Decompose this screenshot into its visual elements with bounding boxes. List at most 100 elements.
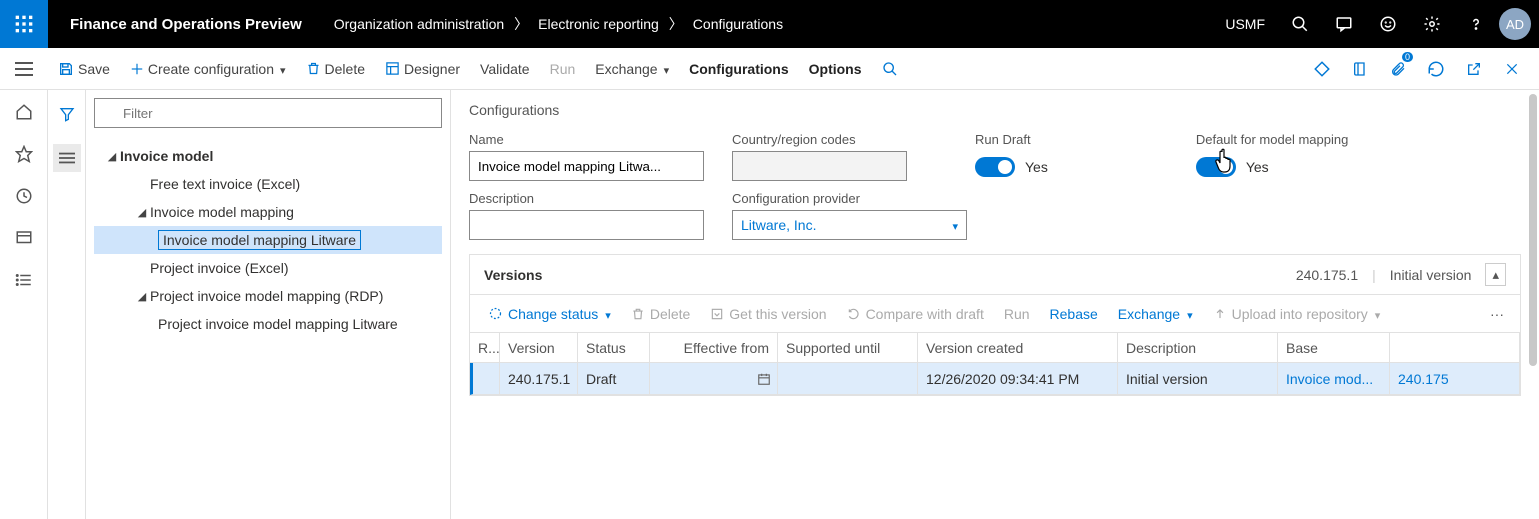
settings-button[interactable]: [1411, 0, 1453, 48]
ap-close-button[interactable]: [1495, 48, 1529, 90]
col-created[interactable]: Version created: [918, 333, 1118, 363]
search-icon: [1291, 15, 1309, 33]
cell-base[interactable]: Invoice mod...: [1278, 363, 1390, 395]
table-row[interactable]: 240.175.1 Draft 12/26/2020 09:34:41 PM I…: [470, 363, 1520, 395]
nav-home[interactable]: [12, 100, 36, 124]
validate-button[interactable]: Validate: [470, 48, 540, 90]
smile-icon: [1379, 15, 1397, 33]
save-icon: [58, 61, 74, 77]
filter-funnel-button[interactable]: [53, 100, 81, 128]
exchange-label: Exchange: [595, 61, 657, 77]
ap-book-button[interactable]: [1343, 48, 1377, 90]
tree-node[interactable]: ◢Invoice model: [94, 142, 442, 170]
options-tab[interactable]: Options: [799, 48, 872, 90]
attach-badge: 0: [1402, 52, 1413, 62]
validate-label: Validate: [480, 61, 530, 77]
chevron-down-icon: [1373, 306, 1381, 322]
col-effective[interactable]: Effective from: [650, 333, 778, 363]
cell-supported: [778, 363, 918, 395]
breadcrumb: Organization administration 〉 Electronic…: [324, 14, 783, 34]
download-icon: [710, 307, 724, 321]
breadcrumb-item[interactable]: Configurations: [693, 16, 783, 32]
cell-description: Initial version: [1118, 363, 1278, 395]
upload-button: Upload into repository: [1205, 295, 1389, 333]
tree-node[interactable]: ◢Invoice model mapping: [94, 198, 442, 226]
col-version[interactable]: Version: [500, 333, 578, 363]
tree-node-selected[interactable]: Invoice model mapping Litware: [94, 226, 442, 254]
more-button[interactable]: ···: [1484, 306, 1510, 322]
save-button[interactable]: Save: [48, 48, 120, 90]
change-status-button[interactable]: Change status: [480, 295, 619, 333]
provider-select[interactable]: Litware, Inc.: [732, 210, 967, 240]
designer-label: Designer: [404, 61, 460, 77]
nav-recent[interactable]: [12, 184, 36, 208]
find-button[interactable]: [872, 48, 908, 90]
breadcrumb-item[interactable]: Electronic reporting: [538, 16, 659, 32]
close-icon: [1505, 62, 1519, 76]
messages-button[interactable]: [1323, 0, 1365, 48]
nav-toggle-button[interactable]: [0, 48, 48, 90]
funnel-icon: [59, 106, 75, 122]
cell-effective[interactable]: [650, 363, 778, 395]
avatar[interactable]: AD: [1499, 8, 1531, 40]
main: ◢Invoice model Free text invoice (Excel)…: [0, 90, 1539, 519]
ap-refresh-button[interactable]: [1419, 48, 1453, 90]
collapse-button[interactable]: [1485, 263, 1506, 286]
home-icon: [15, 103, 33, 121]
exchange-button[interactable]: Exchange: [585, 48, 679, 90]
get-version-button: Get this version: [702, 295, 834, 333]
app-launcher-button[interactable]: [0, 0, 48, 48]
star-icon: [15, 145, 33, 163]
col-base[interactable]: Base: [1278, 333, 1390, 363]
designer-icon: [385, 61, 400, 76]
col-supported[interactable]: Supported until: [778, 333, 918, 363]
rebase-button[interactable]: Rebase: [1042, 295, 1106, 333]
ap-popout-button[interactable]: [1457, 48, 1491, 90]
legal-entity-picker[interactable]: USMF: [1213, 16, 1277, 32]
configurations-tab[interactable]: Configurations: [679, 48, 799, 90]
tree-node[interactable]: ◢Project invoice model mapping (RDP): [94, 282, 442, 310]
create-label: Create configuration: [148, 61, 274, 77]
create-configuration-button[interactable]: Create configuration: [120, 48, 296, 90]
nav-workspaces[interactable]: [12, 226, 36, 250]
name-input[interactable]: [469, 151, 704, 181]
cell-basever[interactable]: 240.175: [1390, 363, 1520, 395]
col-r[interactable]: R...: [470, 333, 500, 363]
designer-button[interactable]: Designer: [375, 48, 470, 90]
compare-icon: [847, 307, 861, 321]
breadcrumb-item[interactable]: Organization administration: [334, 16, 504, 32]
scrollbar[interactable]: [1525, 90, 1539, 519]
help-button[interactable]: [1455, 0, 1497, 48]
filter-list-button[interactable]: [53, 144, 81, 172]
ap-attach-button[interactable]: 0: [1381, 48, 1415, 90]
tree-filter-input[interactable]: [94, 98, 442, 128]
delete-button[interactable]: Delete: [296, 48, 375, 90]
trash-icon: [306, 61, 321, 76]
chevron-right-icon: 〉: [514, 14, 528, 34]
description-input[interactable]: [469, 210, 704, 240]
search-button[interactable]: [1279, 0, 1321, 48]
search-icon: [882, 61, 898, 77]
default-mm-toggle[interactable]: [1196, 157, 1236, 177]
plus-icon: [130, 62, 144, 76]
nav-favorites[interactable]: [12, 142, 36, 166]
refresh-icon: [1427, 60, 1445, 78]
diamond-icon: [1313, 60, 1331, 78]
default-mm-label: Default for model mapping: [1196, 132, 1348, 147]
col-description[interactable]: Description: [1118, 333, 1278, 363]
ap-diamond-button[interactable]: [1305, 48, 1339, 90]
feedback-button[interactable]: [1367, 0, 1409, 48]
versions-toolbar: Change status Delete Get this version Co…: [470, 295, 1520, 333]
run-draft-toggle[interactable]: [975, 157, 1015, 177]
col-status[interactable]: Status: [578, 333, 650, 363]
scrollbar-thumb[interactable]: [1529, 94, 1537, 366]
col-basever[interactable]: [1390, 333, 1520, 363]
version-delete-button: Delete: [623, 295, 698, 333]
tree-node[interactable]: Project invoice (Excel): [94, 254, 442, 282]
country-input[interactable]: [732, 151, 907, 181]
tree-node[interactable]: Project invoice model mapping Litware: [94, 310, 442, 338]
tree-node[interactable]: Free text invoice (Excel): [94, 170, 442, 198]
waffle-icon: [14, 14, 34, 34]
version-exchange-button[interactable]: Exchange: [1110, 295, 1201, 333]
nav-modules[interactable]: [12, 268, 36, 292]
